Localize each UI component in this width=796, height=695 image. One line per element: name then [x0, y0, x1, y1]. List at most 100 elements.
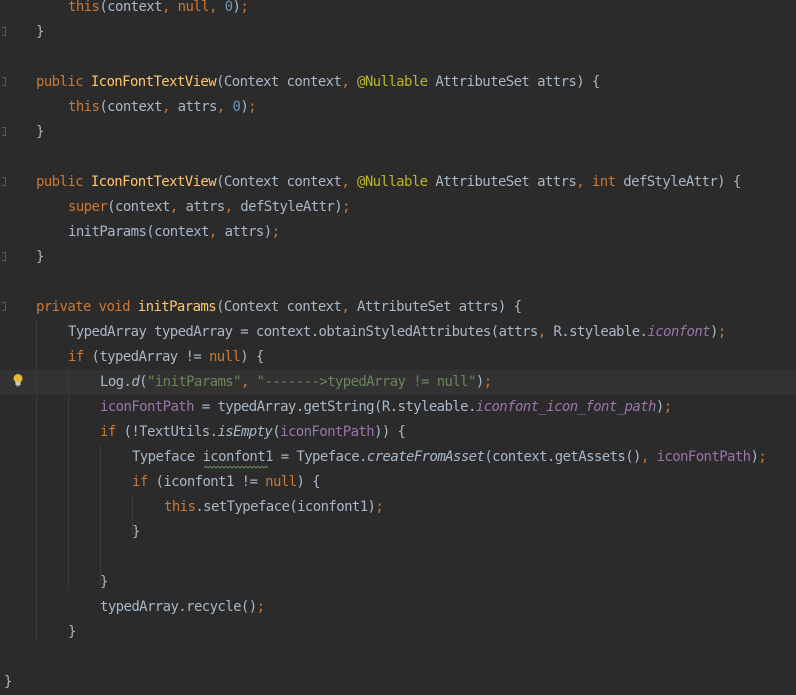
code-token: , [208, 224, 225, 240]
code-token: public [36, 174, 91, 190]
code-token: TypedArray typedArray = context.obtainSt… [68, 324, 538, 340]
code-token: ; [663, 399, 672, 415]
code-line[interactable]: Log.d("initParams", "------->typedArray … [0, 370, 796, 395]
code-line-text: super(context, attrs, defStyleAttr); [68, 195, 351, 220]
code-token: (context [99, 99, 162, 115]
code-token: public [36, 74, 91, 90]
indent-guide [36, 320, 37, 640]
lightbulb-icon[interactable] [11, 373, 25, 387]
code-line[interactable]: this(context, null, 0); [0, 0, 796, 20]
code-line[interactable]: public IconFontTextView(Context context,… [0, 170, 796, 195]
code-token: IconFontTextView [90, 74, 217, 90]
code-token: , [169, 199, 186, 215]
indent-guide [68, 370, 69, 590]
code-line-text: } [36, 245, 44, 270]
code-line[interactable]: if (iconfont1 != null) { [0, 470, 796, 495]
code-line[interactable]: initParams(context, attrs); [0, 220, 796, 245]
code-token: @Nullable [357, 174, 436, 190]
code-line[interactable]: this.setTypeface(iconfont1); [0, 495, 796, 520]
code-token: AttributeSet attrs) { [357, 299, 522, 315]
code-token: ; [758, 449, 767, 465]
code-editor[interactable]: this(context, null, 0);} public IconFontT… [0, 0, 796, 690]
code-token: ; [375, 499, 384, 515]
code-line-text: initParams(context, attrs); [68, 220, 280, 245]
code-token: Log. [100, 374, 132, 390]
code-token: null [265, 474, 297, 490]
code-line[interactable]: typedArray.recycle(); [0, 595, 796, 620]
typo-warning-underline [204, 466, 268, 469]
code-line[interactable]: } [0, 20, 796, 45]
code-token: } [4, 674, 12, 690]
code-token: .setTypeface(iconfont1) [195, 499, 376, 515]
code-line-text: typedArray.recycle(); [100, 595, 265, 620]
fold-marker-icon[interactable] [2, 127, 6, 136]
code-token: isEmpty [217, 424, 273, 440]
fold-marker-icon[interactable] [2, 302, 6, 311]
code-token: , [208, 0, 225, 15]
code-token: , [161, 99, 178, 115]
fold-marker-icon[interactable] [2, 77, 6, 86]
code-line-text: if (iconfont1 != null) { [132, 470, 321, 495]
code-token: , [576, 174, 592, 190]
code-line[interactable]: if (typedArray != null) { [0, 345, 796, 370]
code-line[interactable]: } [0, 245, 796, 270]
fold-marker-icon[interactable] [2, 177, 6, 186]
code-token: attrs [177, 99, 218, 115]
code-token: ; [240, 0, 249, 15]
fold-marker-icon[interactable] [2, 27, 6, 36]
code-token: attrs) [224, 224, 273, 240]
code-token: ) [710, 324, 718, 340]
code-line[interactable]: if (!TextUtils.isEmpty(iconFontPath)) { [0, 420, 796, 445]
code-token: super [68, 199, 108, 215]
code-line[interactable] [0, 45, 796, 70]
code-area[interactable]: this(context, null, 0);} public IconFontT… [0, 0, 796, 690]
code-line[interactable] [0, 545, 796, 570]
code-token: , [640, 449, 657, 465]
code-token: ) [655, 399, 664, 415]
code-token: iconFontPath [100, 399, 195, 415]
code-token: , [161, 0, 178, 15]
fold-marker-icon[interactable] [2, 252, 6, 261]
code-token: } [68, 624, 76, 640]
code-token: AttributeSet attrs) { [435, 74, 600, 90]
code-line[interactable]: } [0, 120, 796, 145]
code-token: initParams(context [68, 224, 210, 240]
code-line-text: } [36, 20, 44, 45]
code-line[interactable]: this(context, attrs, 0); [0, 95, 796, 120]
code-line[interactable]: private void initParams(Context context,… [0, 295, 796, 320]
code-line[interactable] [0, 645, 796, 670]
code-line[interactable]: super(context, attrs, defStyleAttr); [0, 195, 796, 220]
code-token: R.styleable. [553, 324, 648, 340]
code-token: @Nullable [357, 74, 436, 90]
code-token: iconfont [647, 324, 710, 340]
code-token: if [68, 349, 92, 365]
code-token: , [537, 324, 554, 340]
code-token: this [68, 0, 100, 15]
code-line[interactable]: TypedArray typedArray = context.obtainSt… [0, 320, 796, 345]
code-token: null [177, 0, 210, 15]
code-token: ; [256, 599, 265, 615]
code-line-text: } [132, 520, 140, 545]
code-line-text: public IconFontTextView(Context context,… [36, 170, 741, 195]
code-line[interactable]: iconFontPath = typedArray.getString(R.st… [0, 395, 796, 420]
code-token: Typeface iconfont1 = Typeface. [132, 449, 367, 465]
code-line[interactable] [0, 145, 796, 170]
code-line[interactable]: public IconFontTextView(Context context,… [0, 70, 796, 95]
code-line[interactable]: } [0, 520, 796, 545]
code-token: } [36, 124, 44, 140]
code-token: (context.getAssets() [484, 449, 641, 465]
code-line[interactable]: } [0, 620, 796, 645]
code-line-text: if (typedArray != null) { [68, 345, 264, 370]
code-line-text: public IconFontTextView(Context context,… [36, 70, 600, 95]
code-line[interactable]: Typeface iconfont1 = Typeface.createFrom… [0, 445, 796, 470]
code-token: defStyleAttr) [240, 199, 343, 215]
code-line[interactable] [0, 270, 796, 295]
code-token: iconFontPath [656, 449, 752, 465]
code-token: } [132, 524, 140, 540]
code-token: initParams [137, 299, 217, 315]
code-token: } [36, 24, 44, 40]
code-line[interactable]: } [0, 570, 796, 595]
code-line[interactable]: } [0, 670, 796, 695]
code-token: ; [248, 99, 256, 115]
code-line-text: TypedArray typedArray = context.obtainSt… [68, 320, 726, 345]
